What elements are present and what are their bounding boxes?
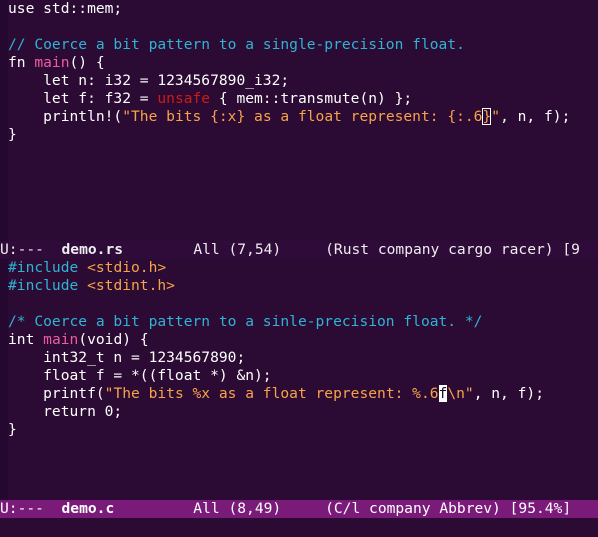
code-text: int32_t n = 1234567890;: [8, 349, 246, 366]
editor-pane-c[interactable]: #include <stdio.h> #include <stdint.h>/* …: [8, 259, 598, 500]
modeline-status: U:---: [0, 241, 62, 258]
code-line[interactable]: #include <stdint.h>: [8, 277, 598, 295]
code-text: let n: i32 = 1234567890_i32;: [8, 72, 290, 89]
code-area-c[interactable]: #include <stdio.h> #include <stdint.h>/* …: [8, 259, 598, 439]
code-text: use std::mem;: [8, 0, 123, 17]
code-line[interactable]: println!("The bits {:x} as a float repre…: [8, 108, 598, 126]
modeline-c[interactable]: U:--- demo.c All (8,49) (C/l company Abb…: [0, 500, 598, 518]
code-line[interactable]: int32_t n = 1234567890;: [8, 349, 598, 367]
modeline-position: All (8,49): [114, 500, 326, 517]
string-literal: "The bits %x as a float represent: %.6: [104, 385, 439, 402]
modeline-position: All (7,54): [123, 241, 326, 258]
cursor-active: f: [438, 385, 448, 402]
code-line[interactable]: let f: f32 = unsafe { mem::transmute(n) …: [8, 90, 598, 108]
code-line[interactable]: use std::mem;: [8, 0, 598, 18]
function-name: main: [43, 331, 79, 348]
string-literal: \n": [447, 385, 474, 402]
code-line[interactable]: }: [8, 126, 598, 144]
code-line[interactable]: #include <stdio.h>: [8, 259, 598, 277]
code-line[interactable]: [8, 295, 598, 313]
code-text: (void) {: [78, 331, 149, 348]
code-line[interactable]: [8, 18, 598, 36]
modeline-rust[interactable]: U:--- demo.rs All (7,54) (Rust company c…: [0, 241, 598, 259]
code-comment: /* Coerce a bit pattern to a sinle-preci…: [8, 313, 483, 330]
string-literal: "The bits {:x} as a float represent: {:.…: [122, 108, 483, 125]
left-fringe-bottom: [0, 259, 8, 500]
code-text: println!(: [8, 108, 123, 125]
code-line[interactable]: // Coerce a bit pattern to a single-prec…: [8, 36, 598, 54]
preprocessor-directive: #include: [8, 277, 79, 294]
code-line[interactable]: printf("The bits %x as a float represent…: [8, 385, 598, 403]
cursor-inactive: }: [482, 108, 492, 125]
code-line[interactable]: }: [8, 421, 598, 439]
code-text: }: [8, 126, 17, 143]
code-text: printf(: [8, 385, 105, 402]
code-text: let f: f32 =: [8, 90, 158, 107]
code-comment: // Coerce a bit pattern to a single-prec…: [8, 36, 465, 53]
code-keyword: fn: [8, 54, 35, 71]
header-name: <stdint.h>: [87, 277, 175, 294]
code-text: , n, f);: [500, 108, 571, 125]
code-line[interactable]: float f = *((float *) &n);: [8, 367, 598, 385]
code-line[interactable]: fn main() {: [8, 54, 598, 72]
code-text: () {: [69, 54, 105, 71]
code-text: , n, f);: [473, 385, 544, 402]
preprocessor-directive: #include: [8, 259, 79, 276]
unsafe-keyword: unsafe: [157, 90, 211, 107]
code-line[interactable]: return 0;: [8, 403, 598, 421]
modeline-status: U:---: [0, 500, 62, 517]
function-name: main: [34, 54, 70, 71]
code-text: return 0;: [8, 403, 123, 420]
string-literal: ": [491, 108, 501, 125]
header-name: <stdio.h>: [87, 259, 167, 276]
code-area-rust[interactable]: use std::mem;// Coerce a bit pattern to …: [8, 0, 598, 144]
modeline-modes[interactable]: (C/l company Abbrev) [95.4%]: [325, 500, 571, 517]
minibuffer[interactable]: [0, 518, 598, 537]
code-text: float f = *((float *) &n);: [8, 367, 272, 384]
left-fringe-top: [0, 0, 8, 241]
code-text: { mem::transmute(n) };: [210, 90, 413, 107]
code-line[interactable]: /* Coerce a bit pattern to a sinle-preci…: [8, 313, 598, 331]
code-keyword: int: [8, 331, 44, 348]
code-line[interactable]: int main(void) {: [8, 331, 598, 349]
modeline-buffer-name[interactable]: demo.rs: [62, 241, 124, 258]
code-line[interactable]: let n: i32 = 1234567890_i32;: [8, 72, 598, 90]
editor-pane-rust[interactable]: use std::mem;// Coerce a bit pattern to …: [8, 0, 598, 241]
modeline-modes[interactable]: (Rust company cargo racer) [9: [325, 241, 580, 258]
code-text: }: [8, 421, 17, 438]
modeline-buffer-name[interactable]: demo.c: [62, 500, 115, 517]
